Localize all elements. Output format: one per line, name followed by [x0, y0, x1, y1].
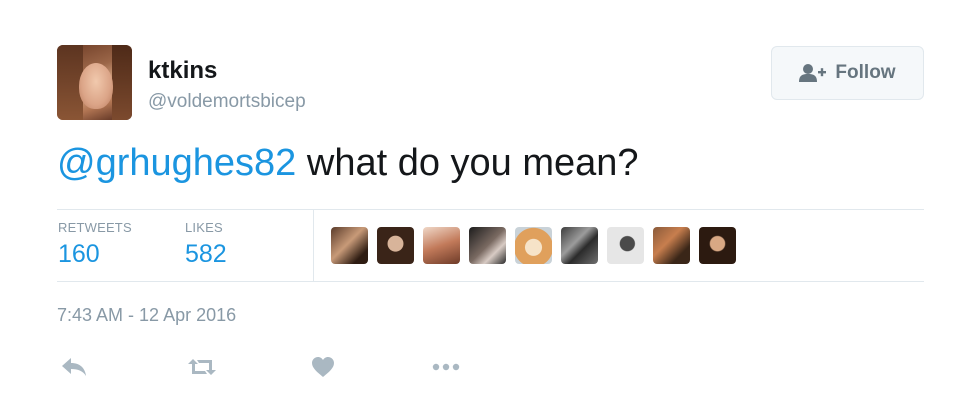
like-icon[interactable] [308, 352, 338, 382]
likes-label[interactable]: LIKES [185, 220, 223, 235]
liker-avatar-9[interactable] [699, 227, 736, 264]
more-icon[interactable] [430, 352, 462, 382]
mention-link[interactable]: @grhughes82 [57, 142, 296, 184]
retweets-label[interactable]: RETWEETS [58, 220, 132, 235]
retweets-count[interactable]: 160 [58, 240, 100, 269]
follow-button[interactable]: Follow [771, 46, 924, 100]
liker-avatar-6[interactable] [561, 227, 598, 264]
reply-icon[interactable] [58, 352, 90, 382]
stats-vertical-divider [313, 210, 314, 281]
retweet-icon[interactable] [185, 352, 219, 382]
liker-avatar-5[interactable] [515, 227, 552, 264]
liker-avatar-7[interactable] [607, 227, 644, 264]
stats-divider-top [57, 209, 924, 210]
liker-avatar-2[interactable] [377, 227, 414, 264]
follow-button-label: Follow [835, 62, 896, 83]
liker-avatar-8[interactable] [653, 227, 690, 264]
liker-avatar-1[interactable] [331, 227, 368, 264]
tweet-text: @grhughes82 what do you mean? [57, 142, 639, 185]
liker-avatar-4[interactable] [469, 227, 506, 264]
liker-avatar-3[interactable] [423, 227, 460, 264]
tweet-timestamp[interactable]: 7:43 AM - 12 Apr 2016 [57, 305, 236, 326]
display-name[interactable]: ktkins [148, 57, 217, 85]
user-handle[interactable]: @voldemortsbicep [148, 91, 306, 113]
likes-count[interactable]: 582 [185, 240, 227, 269]
add-user-icon [799, 63, 827, 83]
liker-avatars [331, 227, 736, 264]
stats-divider-bottom [57, 281, 924, 282]
tweet-body: what do you mean? [296, 142, 639, 184]
avatar[interactable] [57, 45, 132, 120]
